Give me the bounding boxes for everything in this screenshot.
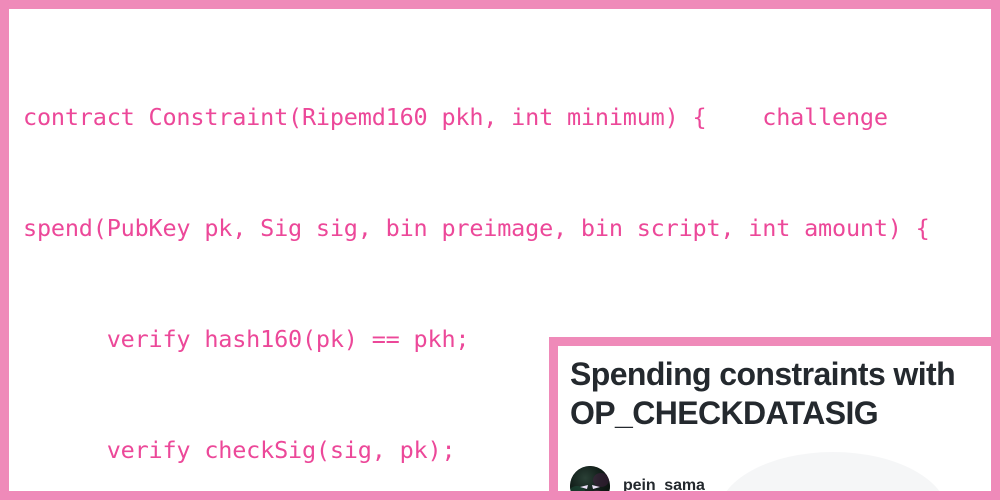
post-byline: pein_sama (570, 466, 705, 494)
watermark-shape (718, 452, 948, 491)
post-card-inner: Spending constraints with OP_CHECKDATASI… (558, 346, 991, 494)
post-preview-card[interactable]: Spending constraints with OP_CHECKDATASI… (549, 337, 991, 494)
page-frame: contract Constraint(Ripemd160 pkh, int m… (0, 0, 1000, 500)
code-line: contract Constraint(Ripemd160 pkh, int m… (23, 103, 888, 131)
avatar (570, 466, 610, 491)
post-title: Spending constraints with OP_CHECKDATASI… (570, 356, 956, 431)
post-author: pein_sama (623, 477, 705, 494)
code-line: spend(PubKey pk, Sig sig, bin preimage, … (23, 214, 930, 242)
